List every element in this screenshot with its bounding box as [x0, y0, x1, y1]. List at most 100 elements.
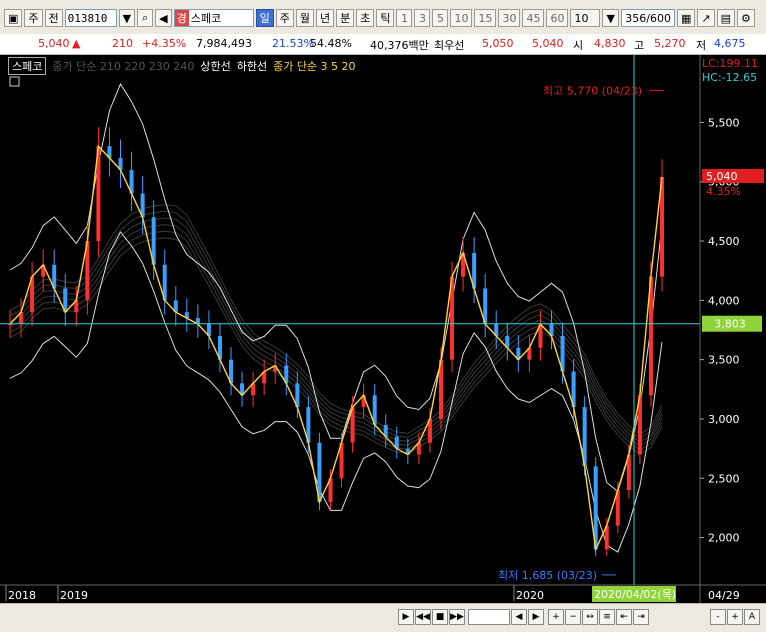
scroll-right-icon[interactable]: ▶: [528, 609, 544, 625]
x-tick-label: 2018: [8, 589, 36, 602]
candle-body: [8, 324, 12, 326]
tab-weekly[interactable]: 주: [275, 9, 294, 27]
play-icon[interactable]: ▶: [398, 609, 414, 625]
quote-bar: 5,040 ▲ 210 +4.35% 7,984,493 21.53% 54.4…: [0, 34, 766, 55]
low-marker-label: 최저 1,685 (03/23): [498, 569, 597, 582]
tab-daily[interactable]: 일: [255, 9, 274, 27]
legend-upper-line: 상한선: [200, 60, 231, 73]
scroll-slider[interactable]: [468, 609, 510, 625]
tab-second[interactable]: 초: [356, 9, 375, 27]
minute-select-dropdown-icon[interactable]: ▼: [602, 9, 619, 27]
legend-stock-name[interactable]: 스페코: [8, 57, 47, 75]
zoom-plus-button[interactable]: +: [727, 609, 743, 625]
save-icon[interactable]: ▤: [716, 9, 735, 27]
minute-15-button[interactable]: 15: [474, 9, 497, 27]
layout-icon[interactable]: ▣: [4, 9, 23, 27]
data-count-value: 356: [625, 11, 647, 25]
stock-warning-tag: 경: [174, 10, 189, 26]
lc-label: LC:199.11: [702, 57, 758, 70]
price-chart-svg[interactable]: 5,5005,0004,5004,0003,5003,0002,5002,000…: [0, 55, 766, 603]
price-change: 210: [112, 37, 133, 50]
y-tick-label: 2,000: [708, 532, 740, 545]
period-prev-button[interactable]: 전: [44, 9, 63, 27]
stock-name: 스페코: [190, 12, 222, 25]
fit-icon[interactable]: ↔: [582, 609, 598, 625]
speaker-icon[interactable]: ◀: [155, 9, 172, 27]
period-week-button[interactable]: 주: [24, 9, 43, 27]
data-count-box[interactable]: 356/600: [620, 9, 675, 27]
crosshair-price-label: 3,803: [714, 318, 746, 331]
moving-average-ribbon-line: [9, 210, 663, 439]
minute-select[interactable]: 10: [570, 9, 601, 27]
auto-scale-button[interactable]: A: [744, 609, 760, 625]
zoom-in-icon[interactable]: +: [548, 609, 564, 625]
scroll-icon[interactable]: ⇤: [616, 609, 632, 625]
priority-bid: 5,040: [532, 37, 564, 50]
stock-code-input[interactable]: [64, 9, 117, 27]
y-tick-label: 4,500: [708, 235, 740, 248]
y-tick-label: 3,500: [708, 354, 740, 367]
chart-legend: 스페코 종가 단순 210 220 230 240 상한선 하한선 종가 단순 …: [8, 57, 356, 75]
range-icon[interactable]: ⇥: [633, 609, 649, 625]
x-tick-label: 2020: [516, 589, 544, 602]
y-tick-label: 2,500: [708, 472, 740, 485]
y-tick-label: 5,500: [708, 116, 740, 129]
settings-icon[interactable]: ⚙: [736, 9, 755, 27]
y-tick-label: 3,000: [708, 413, 740, 426]
chart-options-icon: [9, 76, 20, 87]
legend-short-ma: 종가 단순 3 5 20: [273, 60, 356, 73]
dropdown-icon[interactable]: ▼: [118, 9, 136, 27]
minute-5-button[interactable]: 5: [432, 9, 449, 27]
legend-lower-line: 하한선: [236, 60, 268, 73]
tool-icon[interactable]: ↗: [697, 9, 715, 27]
crosshair-date-label: 2020/04/02(목): [594, 588, 676, 601]
tab-tick[interactable]: 틱: [376, 9, 395, 27]
rewind-icon[interactable]: ◀◀: [415, 609, 431, 625]
current-price-label: 5,040: [706, 170, 738, 183]
current-price: 5,040: [38, 37, 70, 50]
high-price: 5,270: [654, 37, 686, 50]
legend-long-ma: 종가 단순 210 220 230 240: [52, 60, 195, 73]
minute-1-button[interactable]: 1: [396, 9, 413, 27]
volume: 7,984,493: [196, 37, 252, 50]
stop-icon[interactable]: ■: [432, 609, 448, 625]
fast-forward-icon[interactable]: ▶▶: [449, 609, 465, 625]
x-tick-label: 04/29: [708, 589, 740, 602]
current-change-label: 4.35%: [706, 185, 741, 198]
price-chart[interactable]: 5,5005,0004,5004,0003,5003,0002,5002,000…: [0, 55, 766, 603]
align-icon[interactable]: ≡: [599, 609, 615, 625]
turnover-ratio: 21.53%: [272, 37, 314, 50]
high-label: 고: [634, 39, 645, 52]
minute-3-button[interactable]: 3: [414, 9, 431, 27]
tab-yearly[interactable]: 년: [315, 9, 335, 27]
search-icon[interactable]: ⌕: [137, 9, 154, 27]
prev-volume-ratio: 54.48%: [310, 37, 352, 50]
y-tick-label: 4,000: [708, 294, 740, 307]
minute-60-button[interactable]: 60: [546, 9, 569, 27]
price-change-pct: +4.35%: [142, 37, 187, 50]
zoom-minus-button[interactable]: -: [710, 609, 726, 625]
zoom-out-icon[interactable]: −: [565, 609, 581, 625]
tab-monthly[interactable]: 월: [295, 9, 314, 27]
low-price: 4,675: [714, 37, 746, 50]
x-tick-label: 2019: [60, 589, 88, 602]
trade-value: 40,376백만: [370, 39, 429, 52]
up-arrow-icon: ▲: [72, 37, 81, 50]
stock-name-box[interactable]: 경 스페코: [173, 9, 254, 27]
minute-30-button[interactable]: 30: [498, 9, 521, 27]
chart-bottom-bar: ▶ ◀◀ ■ ▶▶ ◀ ▶ + − ↔ ≡ ⇤ ⇥ - + A: [0, 603, 766, 632]
scroll-left-icon[interactable]: ◀: [511, 609, 527, 625]
chart-toolbar: ▣ 주 전 ▼ ⌕ ◀ 경 스페코 일 주 월 년 분 초 틱 1 3 5 10…: [0, 0, 766, 35]
priority-label: 최우선: [434, 39, 465, 52]
low-label: 저: [696, 39, 707, 52]
hc-label: HC:-12.65: [702, 71, 757, 84]
grid-icon[interactable]: ▦: [676, 9, 696, 27]
minute-10-button[interactable]: 10: [450, 9, 473, 27]
tab-minute[interactable]: 분: [336, 9, 355, 27]
upper-band-line: [9, 82, 663, 493]
priority-ask: 5,050: [482, 37, 514, 50]
high-marker-label: 최고 5,770 (04/23): [543, 84, 642, 97]
lower-band-line: [9, 231, 663, 553]
minute-45-button[interactable]: 45: [522, 9, 545, 27]
open-label: 시: [573, 39, 584, 52]
